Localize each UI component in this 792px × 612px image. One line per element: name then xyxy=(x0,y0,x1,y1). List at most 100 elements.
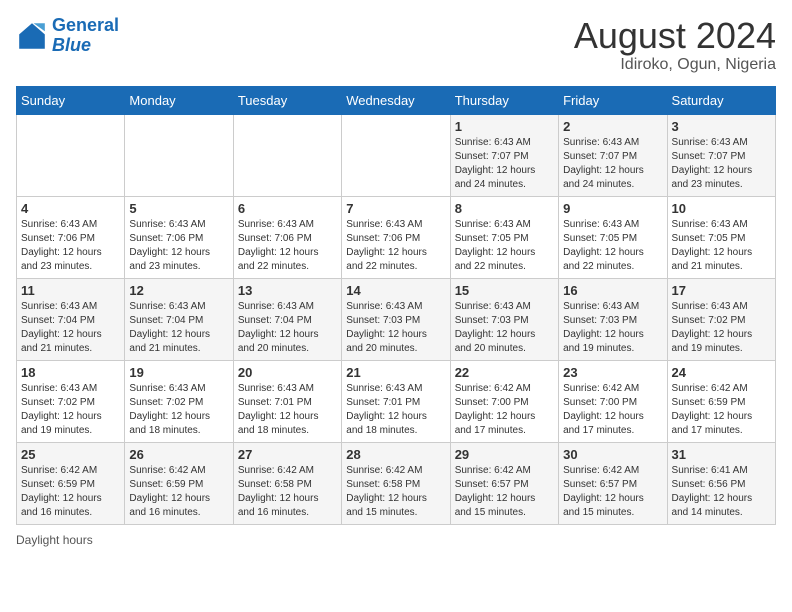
calendar-cell: 5Sunrise: 6:43 AM Sunset: 7:06 PM Daylig… xyxy=(125,196,233,278)
calendar-cell: 20 Sunrise: 6:43 AM Sunset: 7:01 PM Dayli… xyxy=(233,360,341,442)
day-info: Sunrise: 6:42 AM Sunset: 6:58 PM Dayligh… xyxy=(346,464,445,520)
logo-icon xyxy=(16,20,48,52)
day-number: 17 xyxy=(672,283,771,298)
day-number: 14 xyxy=(346,283,445,298)
title-block: August 2024 Idiroko, Ogun, Nigeria xyxy=(574,16,776,74)
calendar-body: 1 Sunrise: 6:43 AM Sunset: 7:07 PM Daylig… xyxy=(17,114,776,524)
day-info: Sunrise: 6:43 AM Sunset: 7:03 PM Dayligh… xyxy=(346,300,445,356)
day-number: 8 xyxy=(455,201,554,216)
day-info: Sunrise: 6:43 AM Sunset: 7:04 PM Dayligh… xyxy=(238,300,337,356)
calendar-cell xyxy=(342,114,450,196)
calendar-cell: 10 Sunrise: 6:43 AM Sunset: 7:05 PM Dayli… xyxy=(667,196,775,278)
calendar-cell: 2Sunrise: 6:43 AM Sunset: 7:07 PM Daylig… xyxy=(559,114,667,196)
day-info: Sunrise: 6:41 AM Sunset: 6:56 PM Dayligh… xyxy=(672,464,771,520)
calendar-cell: 14 Sunrise: 6:43 AM Sunset: 7:03 PM Dayli… xyxy=(342,278,450,360)
calendar-header: SundayMondayTuesdayWednesdayThursdayFrid… xyxy=(17,86,776,114)
day-number: 10 xyxy=(672,201,771,216)
month-year: August 2024 xyxy=(574,16,776,56)
day-number: 25 xyxy=(21,447,120,462)
calendar-cell: 15 Sunrise: 6:43 AM Sunset: 7:03 PM Dayli… xyxy=(450,278,558,360)
daylight-label: Daylight hours xyxy=(16,533,93,547)
calendar-cell: 27Sunrise: 6:42 AM Sunset: 6:58 PM Dayli… xyxy=(233,442,341,524)
day-number: 15 xyxy=(455,283,554,298)
day-number: 1 xyxy=(455,119,554,134)
day-number: 2 xyxy=(563,119,662,134)
calendar-cell: 23 Sunrise: 6:42 AM Sunset: 7:00 PM Dayli… xyxy=(559,360,667,442)
day-number: 21 xyxy=(346,365,445,380)
day-number: 20 xyxy=(238,365,337,380)
day-info: Sunrise: 6:42 AM Sunset: 6:59 PM Dayligh… xyxy=(21,464,120,520)
weekday-header: Sunday xyxy=(17,86,125,114)
logo-line2: Blue xyxy=(52,35,91,55)
day-info: Sunrise: 6:43 AM Sunset: 7:06 PM Dayligh… xyxy=(129,218,228,274)
calendar-cell: 21Sunrise: 6:43 AM Sunset: 7:01 PM Dayli… xyxy=(342,360,450,442)
day-info: Sunrise: 6:43 AM Sunset: 7:05 PM Dayligh… xyxy=(672,218,771,274)
day-info: Sunrise: 6:43 AM Sunset: 7:07 PM Dayligh… xyxy=(672,136,771,192)
calendar-cell: 18 Sunrise: 6:43 AM Sunset: 7:02 PM Dayli… xyxy=(17,360,125,442)
day-number: 13 xyxy=(238,283,337,298)
day-number: 26 xyxy=(129,447,228,462)
day-info: Sunrise: 6:42 AM Sunset: 7:00 PM Dayligh… xyxy=(563,382,662,438)
calendar-cell: 1Sunrise: 6:43 AM Sunset: 7:07 PM Daylig… xyxy=(450,114,558,196)
day-number: 29 xyxy=(455,447,554,462)
weekday-header: Saturday xyxy=(667,86,775,114)
calendar-table: SundayMondayTuesdayWednesdayThursdayFrid… xyxy=(16,86,776,525)
calendar-cell: 25 Sunrise: 6:42 AM Sunset: 6:59 PM Dayli… xyxy=(17,442,125,524)
day-number: 23 xyxy=(563,365,662,380)
day-info: Sunrise: 6:42 AM Sunset: 6:59 PM Dayligh… xyxy=(129,464,228,520)
day-number: 12 xyxy=(129,283,228,298)
location: Idiroko, Ogun, Nigeria xyxy=(574,56,776,74)
calendar-cell: 12 Sunrise: 6:43 AM Sunset: 7:04 PM Dayli… xyxy=(125,278,233,360)
calendar-cell: 11Sunrise: 6:43 AM Sunset: 7:04 PM Dayli… xyxy=(17,278,125,360)
page-header: General Blue August 2024 Idiroko, Ogun, … xyxy=(16,16,776,74)
day-info: Sunrise: 6:43 AM Sunset: 7:02 PM Dayligh… xyxy=(21,382,120,438)
calendar-cell: 31Sunrise: 6:41 AM Sunset: 6:56 PM Dayli… xyxy=(667,442,775,524)
day-info: Sunrise: 6:43 AM Sunset: 7:06 PM Dayligh… xyxy=(346,218,445,274)
weekday-header: Monday xyxy=(125,86,233,114)
logo: General Blue xyxy=(16,16,119,56)
day-info: Sunrise: 6:43 AM Sunset: 7:02 PM Dayligh… xyxy=(672,300,771,356)
calendar-cell: 30 Sunrise: 6:42 AM Sunset: 6:57 PM Dayli… xyxy=(559,442,667,524)
calendar-cell: 19 Sunrise: 6:43 AM Sunset: 7:02 PM Dayli… xyxy=(125,360,233,442)
calendar-cell: 3 Sunrise: 6:43 AM Sunset: 7:07 PM Daylig… xyxy=(667,114,775,196)
calendar-cell xyxy=(125,114,233,196)
calendar-cell: 16 Sunrise: 6:43 AM Sunset: 7:03 PM Dayli… xyxy=(559,278,667,360)
day-number: 9 xyxy=(563,201,662,216)
day-number: 24 xyxy=(672,365,771,380)
day-number: 3 xyxy=(672,119,771,134)
calendar-cell: 8Sunrise: 6:43 AM Sunset: 7:05 PM Daylig… xyxy=(450,196,558,278)
calendar-cell: 17 Sunrise: 6:43 AM Sunset: 7:02 PM Dayli… xyxy=(667,278,775,360)
day-info: Sunrise: 6:43 AM Sunset: 7:03 PM Dayligh… xyxy=(455,300,554,356)
day-info: Sunrise: 6:43 AM Sunset: 7:06 PM Dayligh… xyxy=(238,218,337,274)
calendar-week: 4 Sunrise: 6:43 AM Sunset: 7:06 PM Daylig… xyxy=(17,196,776,278)
logo-text: General Blue xyxy=(52,16,119,56)
weekday-row: SundayMondayTuesdayWednesdayThursdayFrid… xyxy=(17,86,776,114)
weekday-header: Tuesday xyxy=(233,86,341,114)
day-number: 30 xyxy=(563,447,662,462)
calendar-week: 1 Sunrise: 6:43 AM Sunset: 7:07 PM Daylig… xyxy=(17,114,776,196)
footer: Daylight hours xyxy=(16,533,776,547)
day-info: Sunrise: 6:43 AM Sunset: 7:01 PM Dayligh… xyxy=(238,382,337,438)
day-info: Sunrise: 6:43 AM Sunset: 7:03 PM Dayligh… xyxy=(563,300,662,356)
calendar-week: 25 Sunrise: 6:42 AM Sunset: 6:59 PM Dayli… xyxy=(17,442,776,524)
calendar-week: 18 Sunrise: 6:43 AM Sunset: 7:02 PM Dayli… xyxy=(17,360,776,442)
calendar-cell: 9Sunrise: 6:43 AM Sunset: 7:05 PM Daylig… xyxy=(559,196,667,278)
weekday-header: Friday xyxy=(559,86,667,114)
calendar-cell xyxy=(233,114,341,196)
day-info: Sunrise: 6:42 AM Sunset: 6:57 PM Dayligh… xyxy=(563,464,662,520)
day-info: Sunrise: 6:43 AM Sunset: 7:04 PM Dayligh… xyxy=(129,300,228,356)
day-number: 4 xyxy=(21,201,120,216)
day-number: 11 xyxy=(21,283,120,298)
day-info: Sunrise: 6:42 AM Sunset: 6:57 PM Dayligh… xyxy=(455,464,554,520)
day-number: 28 xyxy=(346,447,445,462)
day-number: 19 xyxy=(129,365,228,380)
day-number: 22 xyxy=(455,365,554,380)
day-number: 16 xyxy=(563,283,662,298)
day-number: 18 xyxy=(21,365,120,380)
day-number: 27 xyxy=(238,447,337,462)
day-number: 6 xyxy=(238,201,337,216)
day-info: Sunrise: 6:43 AM Sunset: 7:02 PM Dayligh… xyxy=(129,382,228,438)
calendar-cell: 7Sunrise: 6:43 AM Sunset: 7:06 PM Daylig… xyxy=(342,196,450,278)
calendar-cell: 24Sunrise: 6:42 AM Sunset: 6:59 PM Dayli… xyxy=(667,360,775,442)
calendar-week: 11 Sunrise: 6:43 AM Sunset: 7:04 PM Dayli… xyxy=(17,278,776,360)
